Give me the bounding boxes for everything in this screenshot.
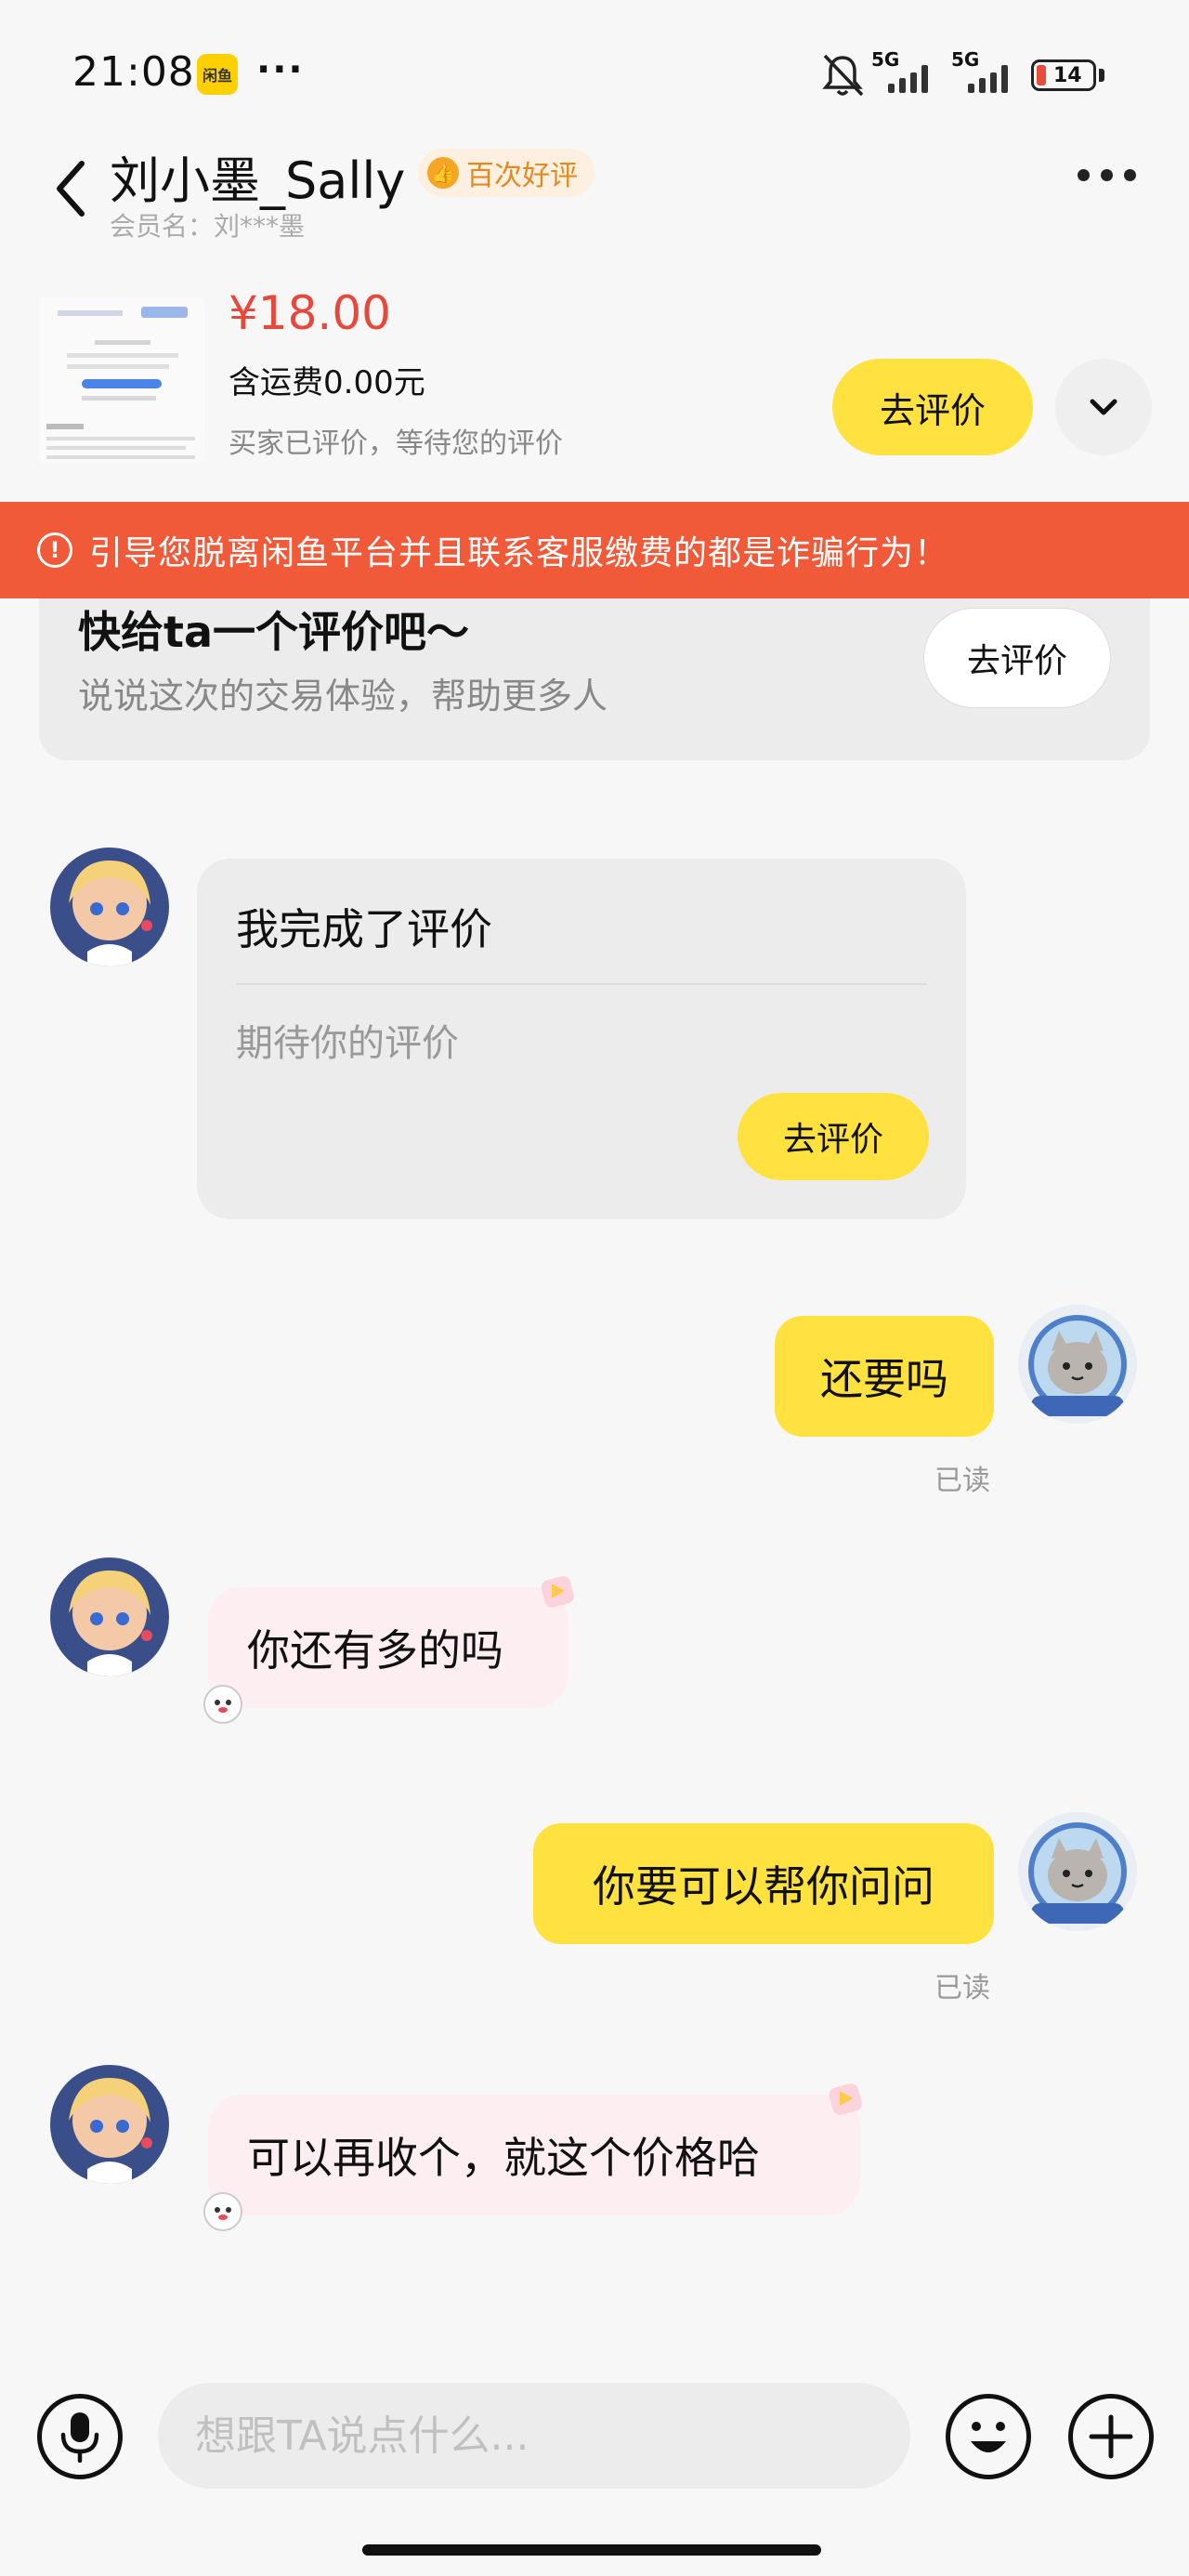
anime-girl-avatar bbox=[50, 2065, 169, 2184]
battery-level-fill bbox=[1037, 65, 1046, 85]
battery-percent: 14 bbox=[1053, 63, 1082, 87]
thumbs-up-icon: 👍 bbox=[427, 157, 459, 189]
status-more-indicator: ··· bbox=[256, 48, 305, 91]
fraud-warning-text: 引导您脱离闲鱼平台并且联系客服缴费的都是诈骗行为！ bbox=[89, 534, 949, 572]
cat-astronaut-avatar bbox=[1018, 1812, 1137, 1931]
more-actions-button[interactable] bbox=[1068, 2394, 1154, 2479]
contact-name[interactable]: 刘小墨_Sally bbox=[110, 139, 405, 213]
plus-icon bbox=[1089, 2414, 1133, 2459]
review-prompt-title: 快给ta一个评价吧～ bbox=[78, 607, 470, 657]
emoji-button[interactable] bbox=[946, 2394, 1031, 2479]
xianyu-app-icon: 闲鱼 bbox=[197, 54, 238, 95]
bubble-decoration-icon bbox=[195, 2180, 251, 2236]
chevron-down-icon bbox=[1090, 399, 1117, 415]
alert-circle-icon: ! bbox=[37, 532, 72, 568]
contact-avatar[interactable] bbox=[50, 848, 169, 966]
bubble-decoration-icon bbox=[195, 1673, 251, 1728]
my-avatar[interactable] bbox=[1018, 1812, 1137, 1931]
rating-badge-label: 百次好评 bbox=[466, 160, 578, 192]
signal-strength-1: 5G bbox=[871, 48, 936, 95]
contact-avatar[interactable] bbox=[50, 1557, 169, 1676]
read-receipt: 已读 bbox=[934, 1972, 990, 2004]
microphone-icon bbox=[60, 2412, 99, 2463]
anime-girl-avatar bbox=[50, 1557, 169, 1676]
member-name: 会员名：刘***墨 bbox=[110, 211, 306, 242]
battery-icon: 14 bbox=[1031, 59, 1096, 91]
home-indicator[interactable] bbox=[362, 2544, 821, 2556]
review-complete-title: 我完成了评价 bbox=[236, 904, 492, 954]
outgoing-message-bubble[interactable]: 你要可以帮你问问 bbox=[533, 1823, 994, 1944]
emoji-face-icon bbox=[971, 2422, 1006, 2452]
card-divider bbox=[236, 983, 927, 985]
app-icon-label: 闲鱼 bbox=[202, 67, 232, 85]
bubble-sticker-icon bbox=[537, 1571, 578, 1611]
status-time: 21:08 bbox=[72, 48, 195, 96]
review-complete-subtitle: 期待你的评价 bbox=[236, 1022, 459, 1065]
my-avatar[interactable] bbox=[1018, 1305, 1137, 1424]
bubble-sticker-icon bbox=[825, 2078, 866, 2119]
review-prompt-subtitle: 说说这次的交易体验，帮助更多人 bbox=[78, 676, 608, 716]
product-image bbox=[39, 297, 204, 463]
voice-input-button[interactable] bbox=[37, 2394, 123, 2479]
contact-avatar[interactable] bbox=[50, 2065, 169, 2184]
rating-badge: 👍 百次好评 bbox=[418, 149, 594, 197]
shipping-fee: 含运费0.00元 bbox=[229, 364, 425, 401]
mute-bell-icon bbox=[822, 54, 864, 97]
review-complete-button[interactable]: 去评价 bbox=[738, 1093, 929, 1180]
fraud-warning-banner: ! 引导您脱离闲鱼平台并且联系客服缴费的都是诈骗行为！ bbox=[0, 502, 1189, 598]
incoming-message-bubble[interactable]: 你还有多的吗 bbox=[208, 1587, 568, 1708]
outgoing-message-bubble[interactable]: 还要吗 bbox=[775, 1316, 994, 1437]
battery-tip bbox=[1099, 69, 1104, 82]
more-options-icon[interactable] bbox=[1078, 169, 1136, 181]
read-receipt: 已读 bbox=[934, 1465, 990, 1497]
go-review-button[interactable]: 去评价 bbox=[832, 359, 1033, 455]
incoming-message-bubble[interactable]: 可以再收个，就这个价格哈 bbox=[208, 2095, 860, 2215]
signal-strength-2: 5G bbox=[951, 48, 1016, 95]
message-input[interactable] bbox=[158, 2383, 910, 2489]
review-status: 买家已评价，等待您的评价 bbox=[229, 427, 563, 460]
review-prompt-button[interactable]: 去评价 bbox=[923, 608, 1111, 708]
product-price: ¥18.00 bbox=[229, 286, 391, 340]
product-thumbnail[interactable] bbox=[39, 297, 204, 463]
back-arrow-icon[interactable] bbox=[48, 156, 95, 221]
expand-button[interactable] bbox=[1055, 359, 1152, 455]
anime-girl-avatar bbox=[50, 848, 169, 966]
cat-astronaut-avatar bbox=[1018, 1305, 1137, 1424]
